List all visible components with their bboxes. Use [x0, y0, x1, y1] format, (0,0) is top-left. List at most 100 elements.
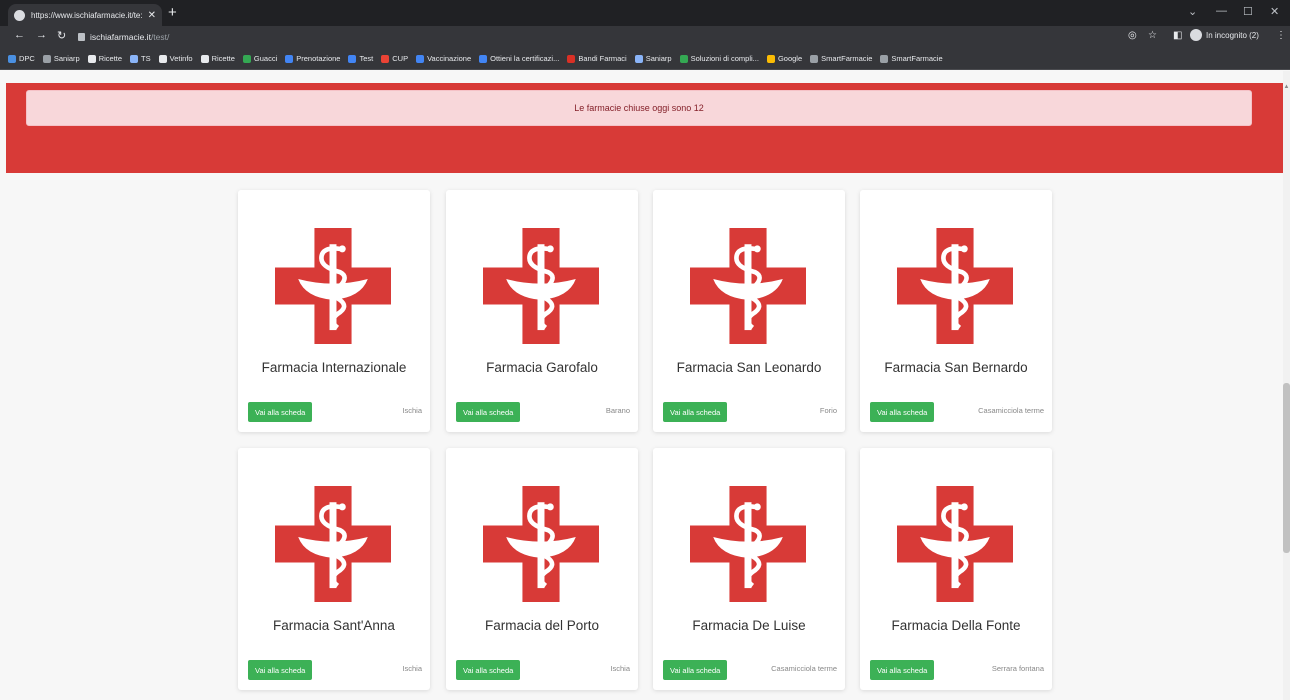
- bookmark-item[interactable]: SmartFarmacie: [810, 54, 872, 63]
- bookmark-label: Ricette: [98, 54, 123, 63]
- pharmacy-town: Casamicciola terme: [978, 406, 1044, 415]
- pharmacy-card: Farmacia San Bernardo Vai alla scheda Casa…: [860, 190, 1052, 432]
- pharmacy-name: Farmacia San Leonardo: [676, 360, 822, 375]
- maximize-icon[interactable]: ☐: [1243, 5, 1253, 18]
- pharmacy-name: Farmacia Garofalo: [486, 360, 598, 375]
- closed-pharmacies-alert: Le farmacie chiuse oggi sono 12: [26, 90, 1252, 126]
- pharmacy-town: Forio: [819, 406, 837, 415]
- pharmacy-town: Ischia: [402, 406, 422, 415]
- pharmacy-card: Farmacia Della Fonte Vai alla scheda Serra…: [860, 448, 1052, 690]
- bookmark-label: Ottieni la certificazi...: [490, 54, 560, 63]
- bookmark-item[interactable]: DPC: [8, 54, 35, 63]
- view-details-button[interactable]: Vai alla scheda: [870, 660, 935, 680]
- bookmark-item[interactable]: Ricette: [87, 54, 123, 63]
- browser-tab[interactable]: https://www.ischiafarmacie.it/te: ✕: [8, 4, 162, 26]
- reload-icon[interactable]: ↻: [57, 29, 66, 42]
- pharmacy-name: Farmacia De Luise: [692, 618, 806, 633]
- pharmacy-cross-icon: [275, 228, 391, 344]
- bookmark-item[interactable]: Vaccinazione: [416, 54, 471, 63]
- pharmacy-name: Farmacia Sant'Anna: [273, 618, 395, 633]
- minimize-icon[interactable]: —: [1216, 5, 1227, 17]
- bookmark-label: Bandi Farmaci: [578, 54, 627, 63]
- bookmark-label: Vetinfo: [169, 54, 193, 63]
- pharmacy-card: Farmacia del Porto Vai alla scheda Ischia: [446, 448, 638, 690]
- bookmark-item[interactable]: SmartFarmacie: [880, 54, 943, 63]
- side-panel-icon[interactable]: ◧: [1173, 30, 1182, 41]
- incognito-icon: [1190, 29, 1202, 41]
- tab-title: https://www.ischiafarmacie.it/te:: [31, 10, 142, 20]
- bookmark-label: DPC: [19, 54, 35, 63]
- bookmark-item[interactable]: Soluzioni di compli...: [679, 54, 759, 63]
- pharmacy-cross-icon: [690, 486, 806, 602]
- url-text: ischiafarmacie.it/test/: [90, 32, 170, 42]
- bookmark-favicon-icon: [242, 54, 251, 63]
- pharmacy-card: Farmacia San Leonardo Vai alla scheda Fori…: [653, 190, 845, 432]
- bookmark-label: SmartFarmacie: [821, 54, 873, 63]
- bookmark-favicon-icon: [87, 54, 96, 63]
- bookmark-item[interactable]: Vetinfo: [158, 54, 193, 63]
- bookmark-item[interactable]: Google: [766, 54, 803, 63]
- bookmark-favicon-icon: [381, 54, 390, 63]
- bookmark-item[interactable]: Ricette: [200, 54, 235, 63]
- bookmark-favicon-icon: [679, 54, 688, 63]
- eye-off-icon[interactable]: ◎: [1128, 30, 1137, 41]
- view-details-button[interactable]: Vai alla scheda: [456, 402, 521, 422]
- bookmark-favicon-icon: [880, 54, 889, 63]
- pharmacy-town: Casamicciola terme: [771, 664, 837, 673]
- bookmark-favicon-icon: [766, 54, 775, 63]
- pharmacy-cross-icon: [690, 228, 806, 344]
- bookmark-favicon-icon: [200, 54, 209, 63]
- pharmacy-card: Farmacia Garofalo Vai alla scheda Barano: [446, 190, 638, 432]
- pharmacy-name: Farmacia Internazionale: [261, 360, 407, 375]
- bookmark-item[interactable]: Guacci: [242, 54, 277, 63]
- pharmacy-card: Farmacia De Luise Vai alla scheda Casamicc…: [653, 448, 845, 690]
- forward-icon[interactable]: →: [36, 29, 47, 41]
- bookmark-favicon-icon: [567, 54, 576, 63]
- close-tab-icon[interactable]: ✕: [148, 10, 156, 21]
- bookmark-item[interactable]: CUP: [381, 54, 408, 63]
- bookmark-label: TS: [141, 54, 151, 63]
- back-icon[interactable]: ←: [14, 29, 25, 41]
- bookmark-item[interactable]: TS: [130, 54, 151, 63]
- bookmark-item[interactable]: Test: [348, 54, 373, 63]
- pharmacy-cross-icon: [483, 486, 599, 602]
- view-details-button[interactable]: Vai alla scheda: [248, 402, 313, 422]
- view-details-button[interactable]: Vai alla scheda: [870, 402, 935, 422]
- bookmark-label: Ricette: [211, 54, 235, 63]
- new-tab-icon[interactable]: +: [168, 4, 177, 22]
- pharmacy-cross-icon: [275, 486, 391, 602]
- pharmacy-card: Farmacia Internazionale Vai alla scheda Is…: [238, 190, 430, 432]
- bookmark-favicon-icon: [416, 54, 425, 63]
- incognito-indicator[interactable]: In incognito (2): [1190, 29, 1259, 41]
- window-close-icon[interactable]: ✕: [1270, 5, 1279, 18]
- view-details-button[interactable]: Vai alla scheda: [248, 660, 313, 680]
- bookmark-item[interactable]: Saniarp: [42, 54, 80, 63]
- address-bar[interactable]: ischiafarmacie.it/test/: [78, 29, 1118, 45]
- bookmark-label: Google: [777, 54, 803, 63]
- view-details-button[interactable]: Vai alla scheda: [663, 660, 728, 680]
- scrollbar-thumb[interactable]: [1283, 383, 1290, 553]
- bookmark-item[interactable]: Saniarp: [634, 54, 672, 63]
- bookmark-favicon-icon: [810, 54, 819, 63]
- bookmark-favicon-icon: [158, 54, 167, 63]
- view-details-button[interactable]: Vai alla scheda: [663, 402, 728, 422]
- incognito-label: In incognito (2): [1206, 30, 1259, 40]
- bookmark-favicon-icon: [130, 54, 139, 63]
- tab-search-icon[interactable]: ⌄: [1188, 5, 1197, 18]
- bookmark-item[interactable]: Bandi Farmaci: [567, 54, 627, 63]
- view-details-button[interactable]: Vai alla scheda: [456, 660, 521, 680]
- pharmacy-name: Farmacia del Porto: [484, 618, 600, 633]
- pharmacy-card: Farmacia Sant'Anna Vai alla scheda Ischia: [238, 448, 430, 690]
- pharmacy-name: Farmacia Della Fonte: [891, 618, 1021, 633]
- bookmark-favicon-icon: [8, 54, 16, 63]
- globe-icon: [14, 9, 25, 21]
- page-content: Le farmacie chiuse oggi sono 12: [0, 71, 1283, 700]
- bookmark-star-icon[interactable]: ☆: [1148, 30, 1157, 41]
- bookmark-item[interactable]: Ottieni la certificazi...: [479, 54, 559, 63]
- bookmark-label: Saniarp: [53, 54, 80, 63]
- bookmark-favicon-icon: [285, 54, 294, 63]
- scroll-up-arrow-icon[interactable]: ▲: [1283, 84, 1290, 92]
- bookmark-item[interactable]: Prenotazione: [285, 54, 340, 63]
- bookmark-favicon-icon: [42, 54, 51, 63]
- menu-icon[interactable]: ⋮: [1276, 30, 1286, 41]
